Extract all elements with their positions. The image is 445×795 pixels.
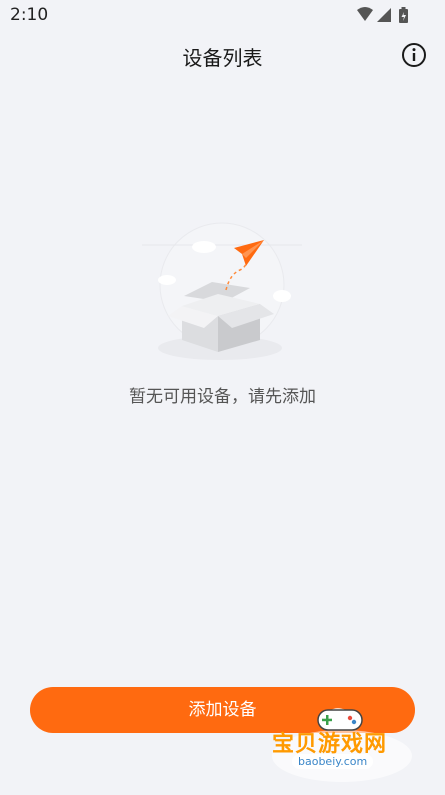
- status-bar: 2:10: [0, 0, 445, 30]
- watermark-url: baobeiy.com: [292, 754, 374, 769]
- status-time: 2:10: [10, 5, 49, 25]
- info-icon[interactable]: [401, 42, 427, 68]
- cellular-signal-icon: [377, 8, 391, 22]
- wifi-icon: [357, 7, 373, 21]
- watermark: 宝贝游戏网 baobeiy.com: [262, 696, 422, 791]
- empty-message: 暂无可用设备，请先添加: [129, 387, 316, 407]
- empty-box-illustration: [142, 222, 302, 360]
- status-icons: [357, 7, 408, 23]
- battery-icon: [399, 7, 408, 23]
- header: 设备列表: [0, 36, 445, 76]
- page-title: 设备列表: [182, 46, 263, 70]
